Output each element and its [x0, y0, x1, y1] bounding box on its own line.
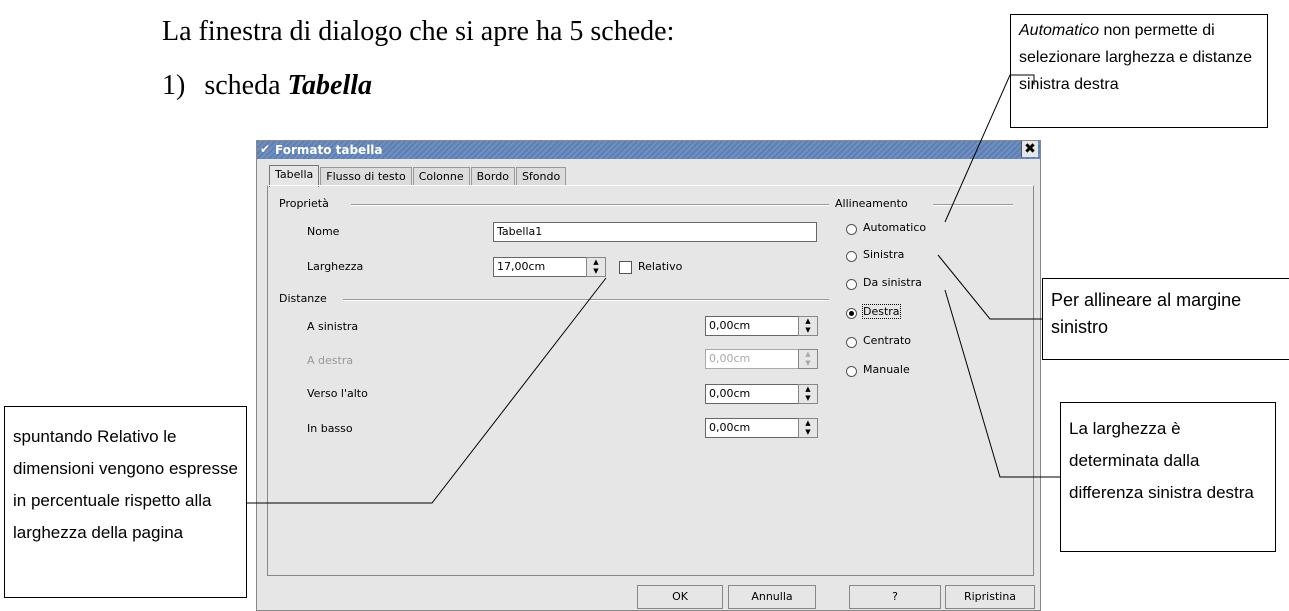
connector-automatico — [944, 74, 1035, 223]
connector-sinistra — [937, 254, 1042, 320]
connector-da-sinistra — [944, 289, 1060, 478]
connector-relativo — [247, 277, 607, 504]
callout-connectors — [247, 74, 1060, 504]
